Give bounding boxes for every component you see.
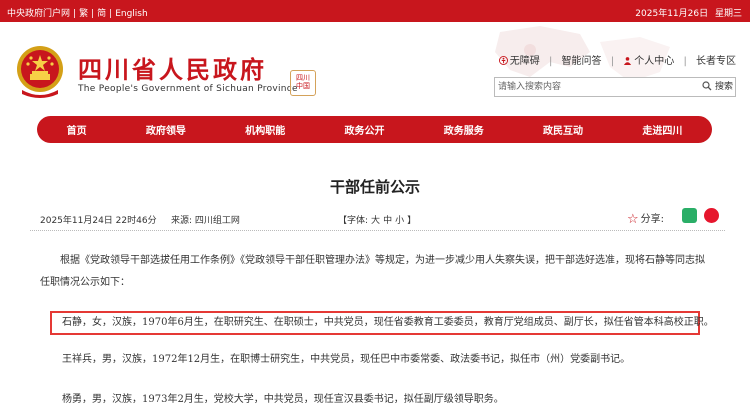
separator: | <box>73 9 77 19</box>
accessibility-link[interactable]: 无障碍 <box>498 56 540 67</box>
search-box: 搜索 <box>494 77 736 97</box>
search-button-label: 搜索 <box>714 82 733 92</box>
site-title[interactable]: 四川省人民政府 <box>78 50 267 85</box>
candidate-paragraph-wang-xiangbing: 王祥兵，男，汉族，1972年12月生，在职博士研究生，中共党员，现任巴中市委常委… <box>62 354 631 365</box>
font-size-close: 】 <box>407 216 417 226</box>
user-icon <box>624 57 632 65</box>
nav-government-services[interactable]: 政务服务 <box>438 122 490 137</box>
article-source: 来源: 四川组工网 <box>171 216 240 226</box>
wechat-share-icon[interactable] <box>682 208 697 223</box>
search-button[interactable]: 搜索 <box>702 79 733 95</box>
top-bar: 中央政府门户网 | 繁 | 简 | English 2025年11月26日 星期三 <box>0 0 750 22</box>
top-bar-date: 2025年11月26日 星期三 <box>635 6 742 19</box>
smart-qa-link[interactable]: 智能问答 <box>562 56 602 67</box>
article-meta: 2025年11月24日 22时46分 来源: 四川组工网 【字体: 大中小】 ☆ 分… <box>30 208 725 230</box>
accessibility-label: 无障碍 <box>509 56 540 67</box>
divider: | <box>683 56 687 67</box>
quick-links: 无障碍 | 智能问答 | 个人中心 | 长者专区 <box>493 52 736 67</box>
share-area: ☆ 分享: <box>627 210 664 227</box>
top-bar-links: 中央政府门户网 | 繁 | 简 | English <box>7 6 148 19</box>
site-subtitle: The People's Government of Sichuan Provi… <box>78 84 298 94</box>
nav-home[interactable]: 首页 <box>61 122 93 137</box>
sichuan-map-watermark <box>470 22 750 116</box>
font-size-label: 【字体: <box>338 216 369 226</box>
personal-center-label: 个人中心 <box>634 56 675 67</box>
nav-about-sichuan[interactable]: 走进四川 <box>636 122 688 137</box>
divider: | <box>610 56 615 67</box>
nav-government-affairs-open[interactable]: 政务公开 <box>338 122 390 137</box>
sichuan-seal-logo: 四川 中国 <box>290 70 316 96</box>
font-small-button[interactable]: 小 <box>395 216 404 226</box>
central-gov-portal-link[interactable]: 中央政府门户网 <box>7 9 70 19</box>
share-label: 分享: <box>640 214 665 225</box>
font-large-button[interactable]: 大 <box>371 216 380 226</box>
nav-public-interaction[interactable]: 政民互动 <box>537 122 589 137</box>
divider: | <box>548 56 553 67</box>
simplified-chinese-link[interactable]: 简 <box>97 9 106 19</box>
traditional-chinese-link[interactable]: 繁 <box>79 9 88 19</box>
current-weekday: 星期三 <box>714 9 742 19</box>
favorite-star-icon[interactable]: ☆ <box>627 212 639 227</box>
accessibility-icon <box>498 56 508 65</box>
personal-center-link[interactable]: 个人中心 <box>623 56 674 67</box>
weibo-share-icon[interactable] <box>704 208 719 223</box>
publish-date: 2025年11月24日 22时46分 <box>40 216 157 226</box>
elderly-zone-link[interactable]: 长者专区 <box>696 56 736 67</box>
current-date: 2025年11月26日 <box>635 9 709 19</box>
separator: | <box>109 9 113 19</box>
search-input[interactable] <box>498 79 694 95</box>
search-icon <box>702 81 712 91</box>
candidate-paragraph-shi-jing: 石静，女，汉族，1970年6月生，在职研究生、在职硕士，中共党员，现任省委教育工… <box>62 317 714 328</box>
national-emblem-icon <box>14 42 66 100</box>
separator: | <box>91 9 95 19</box>
main-nav: 首页 政府领导 机构职能 政务公开 政务服务 政民互动 走进四川 <box>37 116 712 143</box>
meta-divider <box>30 230 725 231</box>
font-medium-button[interactable]: 中 <box>383 216 392 226</box>
nav-government-leaders[interactable]: 政府领导 <box>140 122 192 137</box>
nav-institutions[interactable]: 机构职能 <box>239 122 291 137</box>
site-header: 四川省人民政府 The People's Government of Sichu… <box>0 22 750 116</box>
article-title: 干部任前公示 <box>329 178 420 196</box>
font-size-controls: 【字体: 大中小】 <box>335 213 416 226</box>
article-intro-paragraph: 根据《党政领导干部选拔任用工作条例》《党政领导干部任职管理办法》等规定，为进一步… <box>40 255 705 288</box>
candidate-paragraph-yang-yong: 杨勇，男，汉族，1973年2月生，党校大学，中共党员，现任宣汉县委书记，拟任副厅… <box>62 394 504 405</box>
english-link[interactable]: English <box>115 9 148 19</box>
